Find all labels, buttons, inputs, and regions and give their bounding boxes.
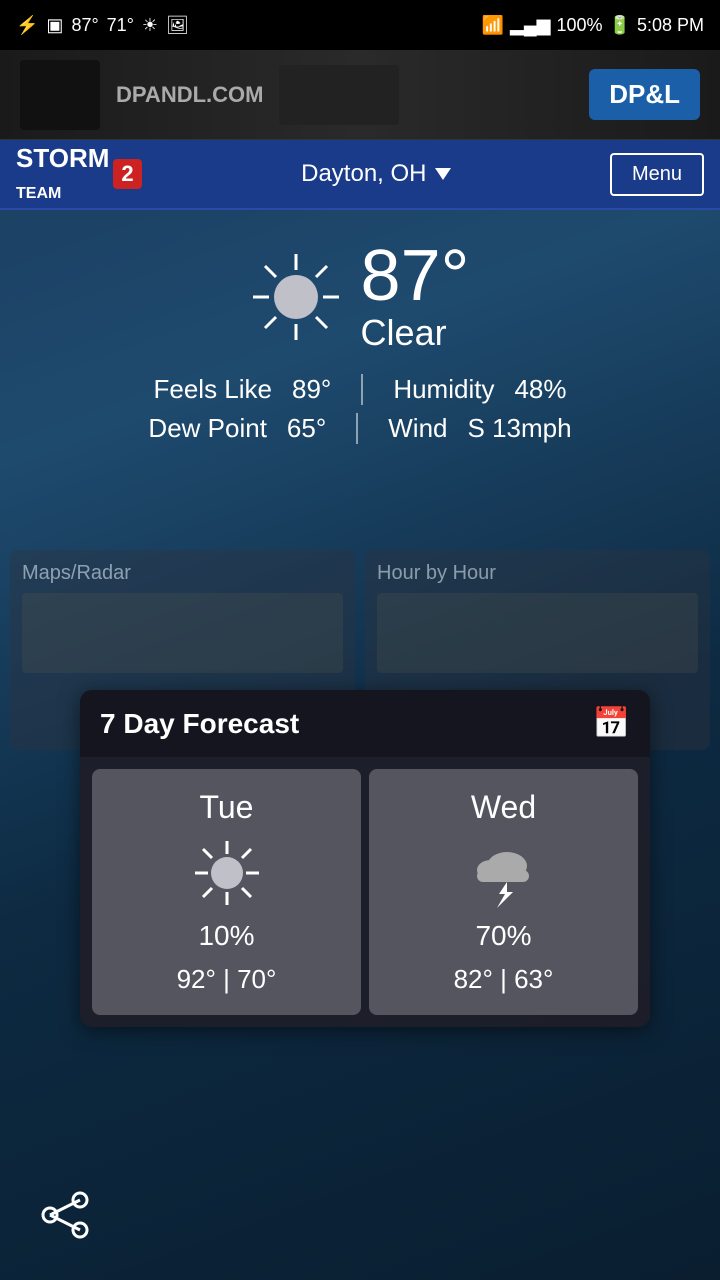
location-display[interactable]: Dayton, OH	[301, 160, 450, 188]
location-text: Dayton, OH	[301, 160, 426, 188]
wed-temp-range: 82° | 63°	[454, 964, 554, 995]
battery-icon: 🔋	[609, 15, 631, 36]
calendar-icon: 📅	[593, 706, 630, 741]
image-icon: 🖼	[166, 15, 189, 36]
banner-website: DPANDL.COM	[116, 82, 263, 108]
day-name-tue: Tue	[200, 789, 254, 826]
dp-logo: DP&L	[589, 69, 700, 120]
tue-precip: 10%	[198, 920, 254, 952]
location-arrow-icon	[435, 168, 451, 180]
forecast-days: Tue 10% 92° | 70° Wed	[80, 757, 650, 1027]
wed-precip: 70%	[475, 920, 531, 952]
forecast-widget[interactable]: 7 Day Forecast 📅 Tue 10%	[80, 690, 650, 1027]
tue-temp-range: 92° | 70°	[177, 964, 277, 995]
storm-logo: STORMTEAM 2	[16, 143, 142, 205]
day-name-wed: Wed	[471, 789, 536, 826]
feels-like-temp: 71°	[107, 15, 134, 36]
bg-maps-title: Maps/Radar	[22, 562, 343, 585]
wed-weather-icon	[469, 838, 539, 908]
current-temp: 87°	[361, 240, 470, 312]
current-weather-sun-icon	[251, 252, 341, 342]
feels-like-value: 89°	[292, 374, 331, 405]
current-condition: Clear	[361, 312, 447, 354]
battery-percent: 100%	[556, 15, 602, 36]
signal-icon: ▂▄▆	[510, 15, 550, 36]
menu-button[interactable]: Menu	[610, 153, 704, 196]
battery-status-icon: ▣	[46, 15, 63, 36]
bg-hour-title: Hour by Hour	[377, 562, 698, 585]
forecast-header: 7 Day Forecast 📅	[80, 690, 650, 757]
feels-like-label: Feels Like	[153, 374, 272, 405]
detail-row-1: Feels Like 89° Humidity 48%	[153, 374, 566, 405]
weather-details: Feels Like 89° Humidity 48% Dew Point 65…	[20, 374, 700, 444]
wind-label: Wind	[388, 413, 447, 444]
banner-ad[interactable]: DPANDL.COM DP&L	[0, 50, 720, 140]
temp-reading: 87°	[71, 15, 98, 36]
status-right: 📶 ▂▄▆ 100% 🔋 5:08 PM	[482, 15, 704, 36]
humidity-label: Humidity	[393, 374, 494, 405]
share-icon	[40, 1190, 90, 1240]
forecast-title: 7 Day Forecast	[100, 708, 299, 740]
usb-icon: ⚡	[16, 15, 38, 36]
temp-display: 87° Clear	[361, 240, 470, 354]
status-bar: ⚡ ▣ 87° 71° ☀ 🖼 📶 ▂▄▆ 100% 🔋 5:08 PM	[0, 0, 720, 50]
clock-time: 5:08 PM	[637, 15, 704, 36]
storm-team-number: 2	[113, 159, 141, 189]
status-left: ⚡ ▣ 87° 71° ☀ 🖼	[16, 15, 189, 36]
wifi-icon: 📶	[482, 15, 504, 36]
forecast-day-tue: Tue 10% 92° | 70°	[92, 769, 361, 1015]
forecast-day-wed: Wed 70% 82° | 63°	[369, 769, 638, 1015]
humidity-value: 48%	[514, 374, 566, 405]
dew-point-value: 65°	[287, 413, 326, 444]
app-header: STORMTEAM 2 Dayton, OH Menu	[0, 140, 720, 210]
weather-status-icon: ☀	[142, 15, 158, 36]
wind-value: S 13mph	[468, 413, 572, 444]
detail-row-2: Dew Point 65° Wind S 13mph	[148, 413, 571, 444]
share-button[interactable]	[30, 1180, 100, 1250]
current-weather: 87° Clear Feels Like 89° Humidity 48% De…	[0, 210, 720, 454]
tue-weather-icon	[192, 838, 262, 908]
storm-team-label: STORMTEAM	[16, 143, 109, 205]
dew-point-label: Dew Point	[148, 413, 267, 444]
